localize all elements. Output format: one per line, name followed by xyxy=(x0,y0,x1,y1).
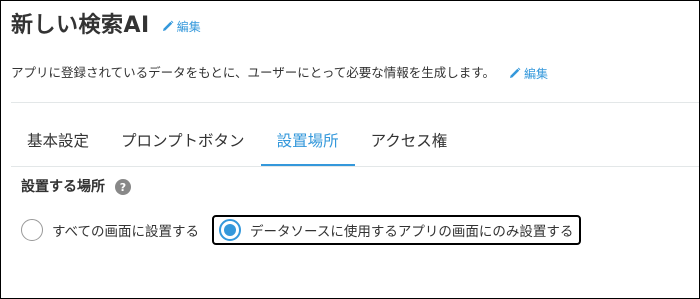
title-edit-label: 編集 xyxy=(176,19,201,34)
header-divider xyxy=(11,102,699,103)
tab-basic-settings[interactable]: 基本設定 xyxy=(11,119,105,167)
radio-option-datasource-apps[interactable]: データソースに使用するアプリの画面にのみ設置する xyxy=(212,215,582,245)
placement-radio-group: すべての画面に設置する データソースに使用するアプリの画面にのみ設置する xyxy=(19,214,582,246)
description-edit-link[interactable]: 編集 xyxy=(509,65,548,82)
pencil-icon xyxy=(162,20,174,31)
description-row: アプリに登録されているデータをもとに、ユーザーにとって必要な情報を生成します。 … xyxy=(11,63,548,83)
radio-checked-icon[interactable] xyxy=(219,219,242,241)
app-title: 新しい検索AI xyxy=(11,13,150,38)
tab-prompt-buttons[interactable]: プロンプトボタン xyxy=(105,119,261,167)
help-icon[interactable]: ? xyxy=(115,179,131,195)
tab-placement[interactable]: 設置場所 xyxy=(260,119,355,167)
radio-label-all-screens: すべての画面に設置する xyxy=(52,224,200,240)
placement-heading: 設置する場所 xyxy=(21,179,105,195)
settings-panel: 新しい検索AI 編集 アプリに登録されているデータをもとに、ユーザーにとって必要… xyxy=(0,0,700,299)
pencil-icon xyxy=(510,67,521,78)
radio-dot xyxy=(224,224,237,236)
placement-heading-row: 設置する場所 ? xyxy=(21,177,131,197)
tab-access-rights[interactable]: アクセス権 xyxy=(355,119,464,167)
radio-unchecked-icon[interactable] xyxy=(21,219,43,241)
tabs-divider xyxy=(11,166,699,167)
title-edit-link[interactable]: 編集 xyxy=(162,18,201,35)
radio-label-datasource-apps: データソースに使用するアプリの画面にのみ設置する xyxy=(250,224,574,240)
settings-tabs: 基本設定 プロンプトボタン 設置場所 アクセス権 xyxy=(11,119,463,167)
radio-option-all-screens[interactable]: すべての画面に設置する xyxy=(19,214,199,246)
description-edit-label: 編集 xyxy=(524,66,549,81)
app-description: アプリに登録されているデータをもとに、ユーザーにとって必要な情報を生成します。 xyxy=(11,65,496,80)
title-row: 新しい検索AI 編集 xyxy=(11,10,201,42)
